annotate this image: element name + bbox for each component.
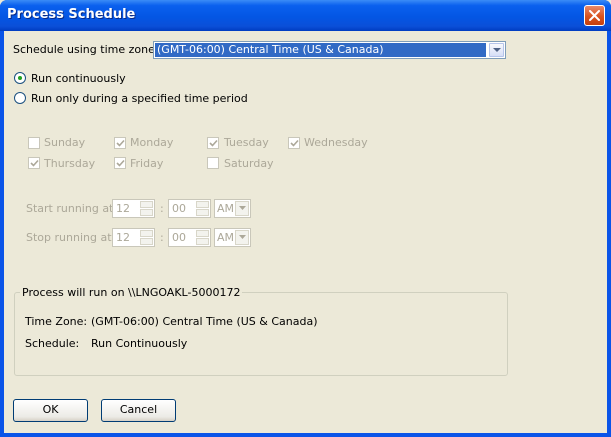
stop-hour-spinner[interactable]: 12 [112, 228, 155, 247]
timezone-selected-value: (GMT-06:00) Central Time (US & Canada) [155, 43, 486, 57]
checkmark-icon [116, 139, 125, 147]
thursday-label: Thursday [44, 157, 96, 170]
stop-minute-spin-arrows[interactable] [196, 230, 209, 245]
spin-up-icon[interactable] [196, 201, 209, 208]
stop-ampm-dropdown[interactable]: AM [214, 228, 251, 247]
run-specified-period-label[interactable]: Run only during a specified time period [31, 92, 248, 105]
process-schedule-window: Process Schedule Schedule using time zon… [0, 0, 611, 437]
spin-down-icon[interactable] [196, 238, 209, 245]
run-continuously-label[interactable]: Run continuously [31, 72, 126, 85]
summary-timezone-label: Time Zone: [25, 315, 88, 328]
summary-schedule-value: Run Continuously [91, 337, 188, 350]
spin-up-icon[interactable] [140, 230, 153, 237]
sunday-label: Sunday [44, 136, 86, 149]
start-time-separator: : [160, 202, 164, 215]
stop-ampm-value: AM [217, 231, 235, 244]
checkmark-icon [116, 159, 125, 167]
cancel-button[interactable]: Cancel [101, 399, 176, 422]
checkmark-icon [30, 159, 39, 167]
wednesday-label: Wednesday [304, 136, 368, 149]
start-ampm-dropdown-button[interactable] [235, 201, 249, 216]
saturday-label: Saturday [224, 157, 274, 170]
stop-minute-spinner[interactable]: 00 [168, 228, 211, 247]
spin-up-icon[interactable] [140, 201, 153, 208]
friday-checkbox[interactable] [114, 157, 126, 169]
start-hour-spin-arrows[interactable] [140, 201, 153, 216]
dialog-body: Schedule using time zone: (GMT-06:00) Ce… [4, 31, 607, 433]
summary-schedule-label: Schedule: [25, 337, 80, 350]
start-minute-spinner[interactable]: 00 [168, 199, 211, 218]
stop-ampm-dropdown-button[interactable] [235, 230, 249, 245]
window-title: Process Schedule [7, 7, 136, 22]
start-ampm-dropdown[interactable]: AM [214, 199, 251, 218]
spin-up-icon[interactable] [196, 230, 209, 237]
ok-button[interactable]: OK [13, 399, 88, 422]
chevron-down-icon [493, 48, 501, 52]
summary-groupbox: Process will run on \\LNGOAKL-5000172 Ti… [14, 286, 508, 376]
title-bar[interactable]: Process Schedule [0, 0, 611, 31]
spin-down-icon[interactable] [140, 238, 153, 245]
spin-down-icon[interactable] [196, 209, 209, 216]
thursday-checkbox[interactable] [28, 157, 40, 169]
close-icon [589, 10, 600, 21]
stop-time-separator: : [160, 231, 164, 244]
wednesday-checkbox[interactable] [288, 137, 300, 149]
monday-checkbox[interactable] [114, 137, 126, 149]
spin-down-icon[interactable] [140, 209, 153, 216]
checkmark-icon [290, 139, 299, 147]
summary-timezone-value: (GMT-06:00) Central Time (US & Canada) [91, 315, 318, 328]
timezone-dropdown-button[interactable] [489, 43, 504, 57]
checkmark-icon [209, 139, 218, 147]
sunday-checkbox[interactable] [28, 137, 40, 149]
start-ampm-value: AM [217, 202, 235, 215]
summary-caption: Process will run on \\LNGOAKL-5000172 [20, 286, 243, 299]
start-minute-value: 00 [172, 202, 186, 215]
close-button[interactable] [584, 5, 605, 26]
timezone-dropdown[interactable]: (GMT-06:00) Central Time (US & Canada) [153, 41, 506, 59]
start-hour-spinner[interactable]: 12 [112, 199, 155, 218]
tuesday-checkbox[interactable] [207, 137, 219, 149]
chevron-down-icon [239, 235, 246, 239]
timezone-label: Schedule using time zone: [13, 43, 159, 56]
stop-hour-spin-arrows[interactable] [140, 230, 153, 245]
radio-selected-dot [18, 76, 22, 80]
friday-label: Friday [130, 157, 164, 170]
run-continuously-radio[interactable] [14, 72, 26, 84]
chevron-down-icon [239, 206, 246, 210]
start-running-label: Start running at: [26, 202, 118, 215]
saturday-checkbox[interactable] [207, 157, 219, 169]
monday-label: Monday [130, 136, 174, 149]
start-minute-spin-arrows[interactable] [196, 201, 209, 216]
run-specified-period-radio[interactable] [14, 92, 26, 104]
stop-minute-value: 00 [172, 231, 186, 244]
tuesday-label: Tuesday [224, 136, 269, 149]
start-hour-value: 12 [116, 202, 130, 215]
stop-running-label: Stop running at: [26, 231, 116, 244]
stop-hour-value: 12 [116, 231, 130, 244]
